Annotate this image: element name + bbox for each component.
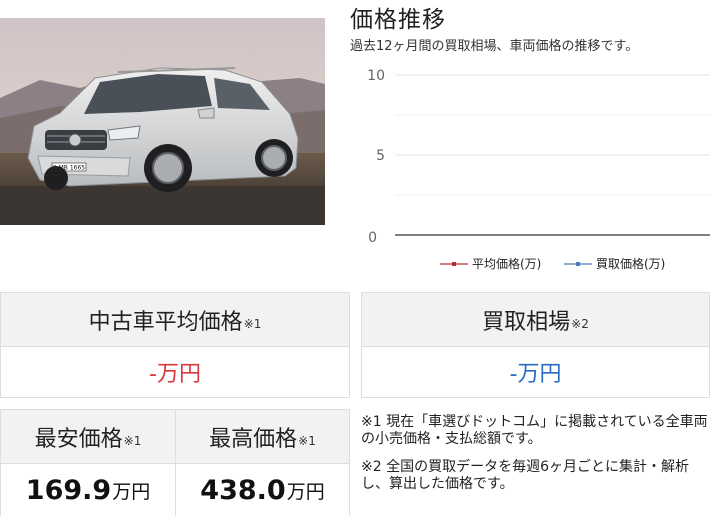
min-price-value: 169.9 [25,474,112,506]
max-price-unit: 万円 [286,480,325,503]
min-price-value-area: 169.9 万円 [1,464,175,516]
note-mark: ※2 [571,316,589,331]
used-average-price-box: 中古車平均価格 ※1 -万円 [0,292,350,398]
buy-market-value-area: -万円 [362,347,709,397]
car-photo: S·MB 1665 [0,18,325,225]
buy-market-header: 買取相場 ※2 [362,293,709,347]
chart-title: 価格推移 [350,7,446,33]
buy-market-label: 買取相場 [482,309,571,335]
price-trend-chart: 10 5 0 平均価格(万) 買取価格(万) [367,68,710,271]
footnotes: ※1 現在「車選びドットコム」に掲載されている全車両の小売価格・支払総額です。 … [361,414,710,504]
used-average-price-value: -万円 [149,362,201,387]
note-mark: ※1 [243,316,262,331]
max-price-value-area: 438.0 万円 [176,464,349,516]
used-average-price-value-area: -万円 [1,347,349,397]
min-price-box: 最安価格 ※1 169.9 万円 [0,409,176,516]
buy-market-box: 買取相場 ※2 -万円 [361,292,710,398]
max-price-box: 最高価格 ※1 438.0 万円 [175,409,350,516]
buy-market-value: -万円 [509,362,562,387]
used-average-price-header: 中古車平均価格 ※1 [1,293,349,347]
y-tick-label: 10 [367,68,385,84]
legend-label-buy: 買取価格(万) [596,256,665,271]
legend-avg-price: 平均価格(万) [440,256,541,271]
chart-subtitle: 過去12ヶ月間の買取相場、車両価格の推移です。 [350,39,639,54]
min-price-unit: 万円 [112,480,151,503]
max-price-label: 最高価格 [209,426,298,452]
y-tick-label: 0 [368,230,377,246]
legend-buy-price: 買取価格(万) [564,256,665,271]
min-price-label: 最安価格 [34,426,123,452]
legend-label-avg: 平均価格(万) [472,256,541,271]
note-mark: ※1 [298,433,316,448]
y-tick-label: 5 [376,148,385,164]
max-price-value: 438.0 [200,474,286,506]
max-price-header: 最高価格 ※1 [176,410,349,464]
footnote-1: ※1 現在「車選びドットコム」に掲載されている全車両の小売価格・支払総額です。 [361,414,708,447]
used-average-price-label: 中古車平均価格 [88,309,243,335]
min-price-header: 最安価格 ※1 [1,410,175,464]
note-mark: ※1 [123,433,142,448]
footnote-2: ※2 全国の買取データを毎週6ヶ月ごとに集計・解析し、算出した価格です。 [361,459,689,492]
